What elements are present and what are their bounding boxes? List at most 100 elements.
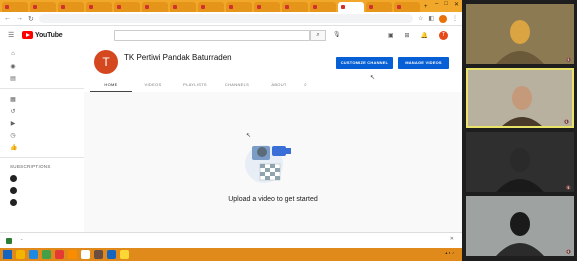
subscription-item[interactable] bbox=[0, 172, 84, 184]
tab-favicon-icon bbox=[257, 5, 261, 9]
participant-tile[interactable]: 🔇 bbox=[466, 132, 574, 192]
browser-tab[interactable] bbox=[226, 2, 252, 12]
start-button[interactable] bbox=[3, 250, 12, 259]
browser-tab[interactable] bbox=[394, 2, 420, 12]
channel-tab[interactable]: ABOUT bbox=[258, 80, 300, 92]
mic-muted-icon: 🔇 bbox=[566, 185, 571, 190]
close-icon[interactable]: ✕ bbox=[450, 236, 454, 242]
new-tab-icon[interactable]: + bbox=[424, 2, 428, 12]
browser-tab[interactable] bbox=[142, 2, 168, 12]
browser-tab[interactable] bbox=[282, 2, 308, 12]
windows-taskbar: ▴ ◐ ♪ bbox=[0, 248, 462, 261]
library-icon: ▦ bbox=[10, 96, 16, 103]
illustration-camera-lens bbox=[286, 148, 291, 154]
tab-favicon-icon bbox=[285, 5, 289, 9]
browser-tab[interactable] bbox=[198, 2, 224, 12]
sidebar-item[interactable]: ▶ bbox=[0, 117, 84, 129]
mouse-cursor-icon: ↖ bbox=[246, 133, 252, 139]
account-avatar[interactable]: T bbox=[439, 31, 448, 40]
sidebar-item[interactable]: ▤ bbox=[0, 72, 84, 84]
taskbar-app-icon[interactable] bbox=[42, 250, 51, 259]
browser-window: +–□ ✕ ← → ↻ ☆ ◧ ⋮ ☰ YouTube ⌕ 🎙 ▣ ⊞ 🔔 bbox=[0, 0, 462, 248]
mic-muted-icon: 🔇 bbox=[566, 249, 571, 254]
customize-channel-button[interactable]: CUSTOMIZE CHANNEL bbox=[336, 57, 393, 69]
close-window-icon[interactable]: ✕ bbox=[454, 1, 459, 8]
search-button[interactable]: ⌕ bbox=[310, 30, 326, 41]
watch-later-icon: ◷ bbox=[10, 132, 16, 139]
taskbar-app-icon[interactable] bbox=[16, 250, 25, 259]
sidebar-divider bbox=[0, 88, 84, 89]
channel-name: TK Pertiwi Pandak Baturraden bbox=[124, 53, 232, 62]
browser-tab[interactable] bbox=[366, 2, 392, 12]
sidebar-item[interactable]: ◷ bbox=[0, 129, 84, 141]
video-call-participants: 🔇 🔇 🔇 🔇 bbox=[462, 0, 577, 261]
participant-body bbox=[496, 51, 544, 64]
browser-tab[interactable] bbox=[254, 2, 280, 12]
home-icon: ⌂ bbox=[11, 51, 15, 57]
manage-videos-button[interactable]: MANAGE VIDEOS bbox=[398, 57, 449, 69]
browser-tab[interactable] bbox=[30, 2, 56, 12]
history-icon: ↺ bbox=[10, 108, 16, 115]
taskbar-app-icon[interactable] bbox=[29, 250, 38, 259]
browser-tab[interactable] bbox=[58, 2, 84, 12]
browser-tab[interactable] bbox=[86, 2, 112, 12]
subscription-avatar bbox=[10, 198, 17, 206]
browser-tab[interactable] bbox=[170, 2, 196, 12]
search-input[interactable] bbox=[114, 30, 310, 41]
taskbar-app-icon[interactable] bbox=[55, 250, 64, 259]
minimize-icon[interactable]: – bbox=[435, 1, 438, 8]
tray-icons[interactable]: ▴ ◐ ♪ bbox=[445, 250, 454, 255]
back-icon[interactable]: ← bbox=[4, 15, 11, 22]
subscription-item[interactable] bbox=[0, 184, 84, 196]
browser-tab[interactable] bbox=[310, 2, 336, 12]
participant-tile[interactable]: 🔇 bbox=[466, 4, 574, 64]
sidebar-item[interactable]: ◉ bbox=[0, 60, 84, 72]
profile-avatar[interactable] bbox=[439, 14, 447, 23]
create-video-icon[interactable]: ▣ bbox=[388, 32, 394, 39]
participant-tile[interactable]: 🔇 bbox=[466, 196, 574, 256]
chevron-up-icon[interactable]: ⌃ bbox=[20, 238, 23, 243]
sidebar-item[interactable]: ⌂ bbox=[0, 48, 84, 60]
browser-tab[interactable] bbox=[2, 2, 28, 12]
channel-tab[interactable]: VIDEOS bbox=[132, 80, 174, 92]
microphone-icon[interactable]: 🎙 bbox=[333, 31, 341, 38]
forward-icon[interactable]: → bbox=[16, 15, 23, 22]
hamburger-icon[interactable]: ☰ bbox=[8, 31, 22, 39]
sidebar-item[interactable]: ↺ bbox=[0, 105, 84, 117]
participant-tile[interactable]: 🔇 bbox=[466, 68, 574, 128]
channel-search-icon[interactable]: ⌕ bbox=[304, 80, 307, 92]
download-shelf: ⌃ ✕ bbox=[0, 232, 462, 248]
channel-tab[interactable]: HOME bbox=[90, 80, 132, 92]
header-actions: ▣ ⊞ 🔔 T bbox=[388, 31, 448, 40]
browser-tab[interactable] bbox=[114, 2, 140, 12]
maximize-icon[interactable]: □ bbox=[444, 1, 448, 8]
notifications-bell-icon[interactable]: 🔔 bbox=[421, 32, 428, 39]
address-bar[interactable] bbox=[38, 14, 413, 23]
participant-video bbox=[496, 20, 544, 64]
sidebar-item[interactable]: 👍 bbox=[0, 141, 84, 153]
address-toolbar: ← → ↻ ☆ ◧ ⋮ bbox=[0, 12, 462, 26]
taskbar-app-icon[interactable] bbox=[120, 250, 129, 259]
tab-favicon-icon bbox=[369, 5, 373, 9]
channel-tab[interactable]: PLAYLISTS bbox=[174, 80, 216, 92]
channel-tab[interactable]: CHANNELS bbox=[216, 80, 258, 92]
tab-favicon-icon bbox=[145, 5, 149, 9]
reload-icon[interactable]: ↻ bbox=[28, 15, 34, 23]
taskbar-app-icon[interactable] bbox=[94, 250, 103, 259]
channel-avatar[interactable]: T bbox=[94, 50, 118, 74]
taskbar-app-icon[interactable] bbox=[81, 250, 90, 259]
star-icon[interactable]: ☆ bbox=[418, 15, 423, 22]
participant-head bbox=[510, 148, 530, 172]
apps-grid-icon[interactable]: ⊞ bbox=[404, 32, 409, 39]
extension-icon[interactable]: ◧ bbox=[428, 15, 434, 22]
youtube-logo[interactable]: YouTube bbox=[22, 31, 63, 39]
channel-page: T TK Pertiwi Pandak Baturraden CUSTOMIZE… bbox=[84, 44, 462, 248]
subscription-item[interactable] bbox=[0, 196, 84, 208]
browser-tab[interactable] bbox=[338, 2, 364, 12]
taskbar-app-icon[interactable] bbox=[107, 250, 116, 259]
subscriptions-icon: ▤ bbox=[10, 75, 16, 82]
sidebar-item[interactable]: ▦ bbox=[0, 93, 84, 105]
taskbar-app-icon[interactable] bbox=[68, 250, 77, 259]
menu-icon[interactable]: ⋮ bbox=[452, 15, 458, 22]
system-tray: ▴ ◐ ♪ bbox=[445, 250, 458, 255]
